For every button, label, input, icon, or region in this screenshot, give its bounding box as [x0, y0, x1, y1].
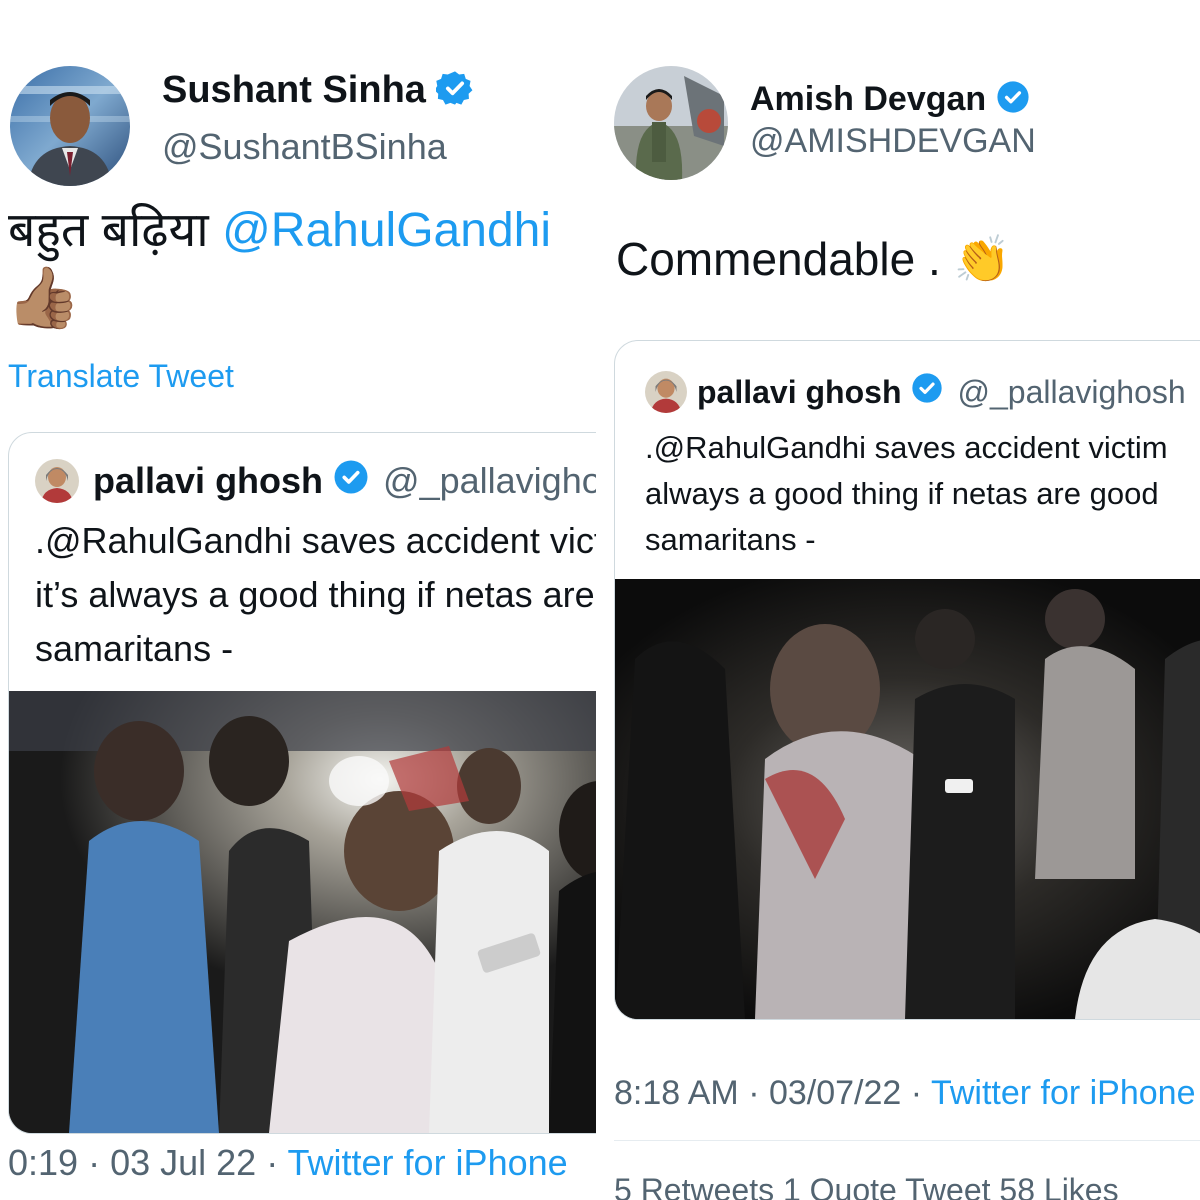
author-handle[interactable]: @AMISHDEVGAN — [750, 122, 1036, 161]
clapping-hands-emoji-icon: 👏 — [953, 233, 1011, 285]
quoted-video-media[interactable] — [9, 691, 596, 1133]
meta-separator: · — [256, 1142, 288, 1183]
quoted-author-handle[interactable]: @_pallavighosh — [383, 460, 596, 502]
tweet-time[interactable]: 0:19 — [8, 1142, 78, 1183]
avatar-photo — [10, 66, 130, 186]
quoted-author-row[interactable]: pallavi ghosh @_pallavighosh — [697, 369, 1186, 415]
pallavi-avatar[interactable] — [35, 459, 79, 503]
quoted-text-line-2: always a good thing if netas are good — [645, 476, 1159, 511]
tweet-source-link[interactable]: Twitter for iPhone — [931, 1074, 1196, 1112]
video-frame-image — [9, 691, 596, 1133]
verified-badge-icon — [434, 69, 474, 112]
tweet-time[interactable]: 8:18 AM — [614, 1074, 739, 1112]
quoted-author-name[interactable]: pallavi ghosh — [697, 374, 901, 411]
tweet-stats-row[interactable]: 5 Retweets 1 Quote Tweet 58 Likes — [614, 1172, 1119, 1200]
author-name[interactable]: Amish Devgan — [750, 80, 986, 119]
quoted-video-media[interactable] — [615, 579, 1200, 1019]
translate-tweet-link[interactable]: Translate Tweet — [8, 358, 234, 395]
meta-separator: · — [738, 1074, 769, 1112]
amish-avatar[interactable] — [614, 66, 728, 180]
meta-separator: · — [901, 1074, 931, 1112]
stats-divider — [614, 1140, 1200, 1141]
pallavi-avatar[interactable] — [645, 371, 687, 413]
author-name-row[interactable]: Amish Devgan — [750, 76, 1030, 122]
left-tweet-screenshot: Sushant Sinha @SushantBSinha बहुत बढ़िया… — [0, 0, 596, 1200]
tweet-text: Commendable . 👏 — [616, 232, 1011, 287]
quoted-verified-badge-icon — [333, 459, 369, 504]
tweet-text: बहुत बढ़िया @RahulGandhi — [8, 196, 551, 261]
tweet-source-link[interactable]: Twitter for iPhone — [288, 1142, 568, 1183]
quoted-author-handle[interactable]: @_pallavighosh — [957, 374, 1185, 411]
tweet-date[interactable]: 03/07/22 — [769, 1074, 901, 1112]
tweet-text-hindi: बहुत बढ़िया — [8, 204, 223, 257]
tweet-meta-row: 0:19 · 03 Jul 22 · Twitter for iPhone — [8, 1142, 568, 1184]
author-handle[interactable]: @SushantBSinha — [162, 126, 447, 168]
tweet-text-english: Commendable . — [616, 233, 954, 285]
tweet-date[interactable]: 03 Jul 22 — [110, 1142, 256, 1183]
right-tweet-screenshot: Amish Devgan @AMISHDEVGAN Commendable . … — [604, 0, 1200, 1200]
quoted-avatar-photo — [35, 459, 79, 503]
quoted-verified-badge-icon — [911, 372, 943, 412]
quoted-text-line-1: .@RahulGandhi saves accident victim — [645, 430, 1168, 465]
quoted-text-line-1: .@RahulGandhi saves accident victim . An… — [35, 520, 596, 561]
quoted-tweet-card[interactable]: pallavi ghosh @_pallavighosh .@RahulGand… — [614, 340, 1200, 1020]
verified-badge-icon — [996, 80, 1030, 119]
quoted-text-line-3: samaritans - — [645, 522, 816, 557]
thumbs-up-emoji-icon: 👍🏽 — [6, 264, 81, 331]
author-name[interactable]: Sushant Sinha — [162, 69, 426, 112]
sushant-avatar[interactable] — [10, 66, 130, 186]
quoted-author-name[interactable]: pallavi ghosh — [93, 460, 323, 502]
avatar-photo — [614, 66, 728, 180]
video-frame-image — [615, 579, 1200, 1019]
quoted-tweet-card[interactable]: pallavi ghosh @_pallavighosh .@RahulGand… — [8, 432, 596, 1134]
quoted-text-line-3: samaritans - — [35, 628, 234, 669]
quoted-avatar-photo — [645, 371, 687, 413]
quoted-text-line-2: it’s always a good thing if netas are go… — [35, 574, 596, 615]
panel-divider — [596, 0, 604, 1200]
author-name-row[interactable]: Sushant Sinha — [162, 66, 474, 114]
tweet-meta-row: 8:18 AM · 03/07/22 · Twitter for iPhone — [614, 1074, 1196, 1113]
meta-separator: · — [78, 1142, 111, 1183]
mention-link[interactable]: @RahulGandhi — [222, 204, 551, 257]
quoted-author-row[interactable]: pallavi ghosh @_pallavighosh — [93, 457, 596, 505]
